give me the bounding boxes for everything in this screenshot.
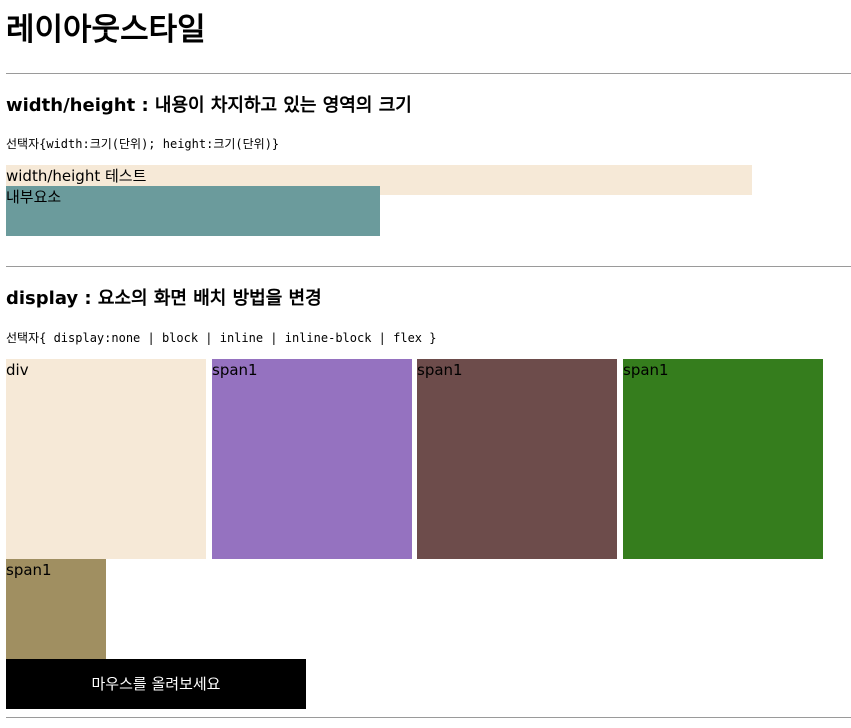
display-span-box: span1 (212, 359, 412, 559)
divider (6, 266, 851, 267)
display-div-box: div (6, 359, 206, 559)
display-span-box: span1 (6, 559, 106, 659)
divider (6, 73, 851, 74)
width-height-syntax: 선택자{width:크기(단위); height:크기(단위)} (6, 137, 280, 151)
display-span-box: span1 (623, 359, 823, 559)
divider (6, 717, 851, 718)
section-title-display: display : 요소의 화면 배치 방법을 변경 (6, 288, 322, 309)
display-syntax: 선택자{ display:none | block | inline | inl… (6, 331, 437, 345)
display-span-box: span1 (417, 359, 617, 559)
hover-me-button[interactable]: 마우스를 올려보세요 (6, 659, 306, 709)
section-title-width-height: width/height : 내용이 차지하고 있는 영역의 크기 (6, 95, 412, 116)
inner-element-box: 내부요소 (6, 186, 380, 236)
page-title: 레이아웃스타일 (6, 12, 206, 48)
